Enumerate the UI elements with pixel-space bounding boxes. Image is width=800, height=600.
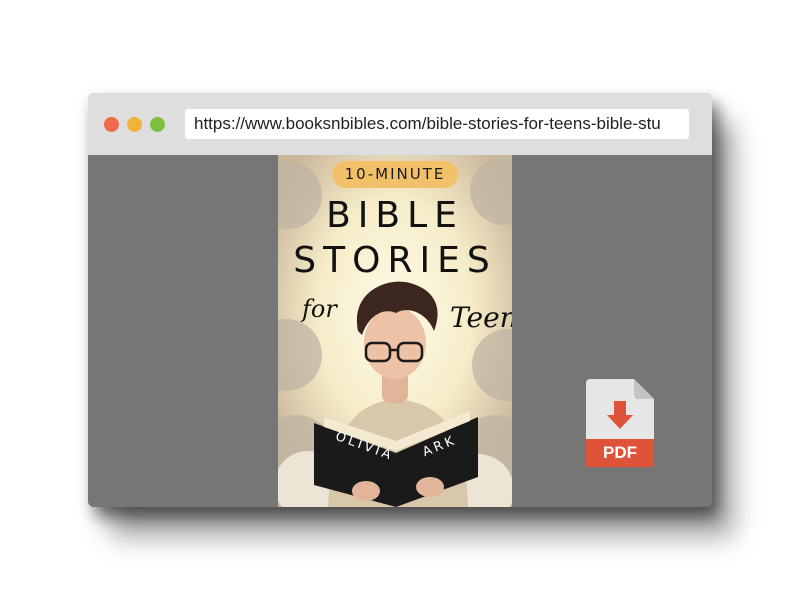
- book-cover-image[interactable]: 10-MINUTE BIBLE STORIES for Teens OLIVIA…: [278, 155, 512, 507]
- pdf-label: PDF: [603, 443, 637, 462]
- cover-author-first: OLIVIA: [333, 429, 396, 464]
- maximize-window-button[interactable]: [150, 117, 165, 132]
- address-bar[interactable]: https://www.booksnbibles.com/bible-stori…: [185, 109, 689, 139]
- browser-titlebar: https://www.booksnbibles.com/bible-stori…: [88, 93, 712, 155]
- cover-script-for: for: [302, 295, 337, 323]
- book-cover-text: 10-MINUTE BIBLE STORIES for Teens OLIVIA…: [278, 155, 512, 507]
- close-window-button[interactable]: [104, 117, 119, 132]
- page-content: 10-MINUTE BIBLE STORIES for Teens OLIVIA…: [88, 155, 712, 507]
- cover-title-line-2: STORIES: [293, 240, 497, 281]
- cover-script-teens: Teens: [450, 301, 512, 334]
- pdf-download-icon[interactable]: PDF: [586, 379, 654, 467]
- stage: https://www.booksnbibles.com/bible-stori…: [0, 0, 800, 600]
- minimize-window-button[interactable]: [127, 117, 142, 132]
- browser-window: https://www.booksnbibles.com/bible-stori…: [88, 93, 712, 507]
- cover-badge: 10-MINUTE: [332, 161, 458, 188]
- cover-author-last: ARK: [420, 432, 459, 461]
- cover-title-line-1: BIBLE: [326, 195, 464, 236]
